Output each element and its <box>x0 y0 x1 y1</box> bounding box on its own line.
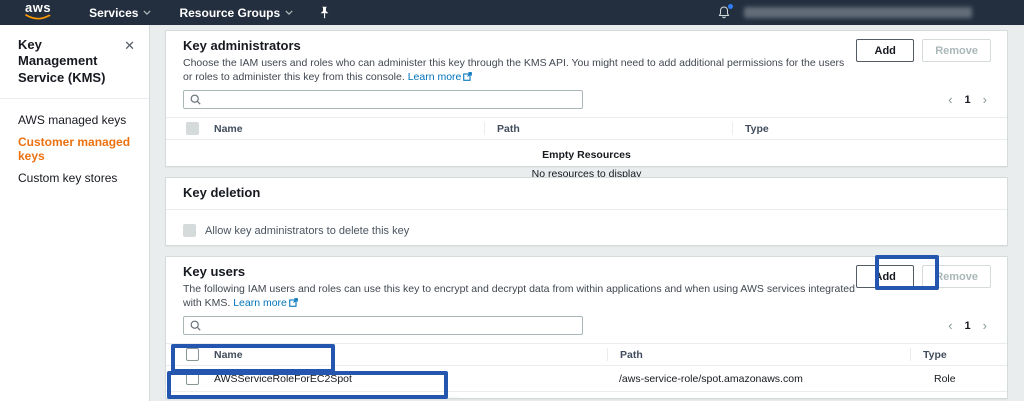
prev-page-button[interactable]: ‹ <box>948 93 952 106</box>
page-number[interactable]: 1 <box>965 94 971 106</box>
users-table-header: Name Path Type <box>166 343 1007 366</box>
nav-right-group <box>718 0 972 25</box>
admins-add-button[interactable]: Add <box>856 39 914 62</box>
key-users-title: Key users <box>183 264 856 279</box>
allow-deletion-checkbox[interactable] <box>183 224 196 237</box>
column-header-name[interactable]: Name <box>214 123 496 135</box>
key-users-panel: Key users The following IAM users and ro… <box>165 256 1008 399</box>
admins-empty-state: Empty Resources No resources to display <box>166 149 1007 180</box>
table-row[interactable]: AWSServiceRoleForEC2Spot /aws-service-ro… <box>166 366 1007 392</box>
column-header-type[interactable]: Type <box>732 122 1007 135</box>
sidebar-divider <box>0 98 149 99</box>
admins-table-header: Name Path Type <box>166 117 1007 140</box>
users-remove-button[interactable]: Remove <box>922 265 991 288</box>
key-administrators-panel: Key administrators Choose the IAM users … <box>165 30 1008 167</box>
nav-services-label: Services <box>89 6 138 20</box>
aws-logo[interactable]: aws <box>25 4 51 21</box>
key-deletion-title: Key deletion <box>183 185 260 200</box>
empty-state-title: Empty Resources <box>166 149 1007 161</box>
row-checkbox[interactable] <box>186 372 199 385</box>
row-type: Role <box>934 373 1007 385</box>
search-icon <box>190 320 201 331</box>
search-icon <box>190 94 201 105</box>
external-link-icon <box>289 298 298 307</box>
column-header-type[interactable]: Type <box>910 348 1007 361</box>
key-deletion-panel: Key deletion Allow key administrators to… <box>165 177 1008 246</box>
admins-pagination: ‹ 1 › <box>948 93 987 106</box>
nav-services-menu[interactable]: Services <box>89 6 151 20</box>
nav-resource-groups-menu[interactable]: Resource Groups <box>179 6 293 20</box>
pin-shortcuts-button[interactable] <box>319 6 330 19</box>
page-number[interactable]: 1 <box>965 320 971 332</box>
sidebar-item-customer-managed-keys[interactable]: Customer managed keys <box>0 131 149 167</box>
learn-more-label: Learn more <box>408 71 462 83</box>
chevron-down-icon <box>143 10 151 15</box>
allow-deletion-label: Allow key administrators to delete this … <box>205 225 409 237</box>
nav-resource-groups-label: Resource Groups <box>179 6 280 20</box>
key-administrators-title: Key administrators <box>183 38 856 53</box>
chevron-down-icon <box>285 10 293 15</box>
column-header-name[interactable]: Name <box>214 349 619 361</box>
column-header-path[interactable]: Path <box>607 348 922 361</box>
sidebar-title: Key Management Service (KMS) <box>18 37 118 86</box>
admins-search-box[interactable] <box>183 90 583 109</box>
users-add-button[interactable]: Add <box>856 265 914 288</box>
key-users-description: The following IAM users and roles can us… <box>183 283 856 310</box>
table-row[interactable]: spotinst-iam-stack-lir-SpotinstRole- / R… <box>166 392 1007 399</box>
prev-page-button[interactable]: ‹ <box>948 319 952 332</box>
top-navigation-bar: aws Services Resource Groups <box>0 0 1024 25</box>
admins-remove-button[interactable]: Remove <box>922 39 991 62</box>
users-search-box[interactable] <box>183 316 583 335</box>
row-checkbox[interactable] <box>186 398 199 399</box>
account-info-redacted[interactable] <box>744 7 972 18</box>
row-name: AWSServiceRoleForEC2Spot <box>214 373 619 385</box>
sidebar-item-custom-key-stores[interactable]: Custom key stores <box>0 167 149 189</box>
pin-icon <box>319 6 330 19</box>
learn-more-label: Learn more <box>233 297 287 309</box>
external-link-icon <box>463 72 472 81</box>
description-text: Choose the IAM users and roles who can a… <box>183 57 844 83</box>
row-path: /aws-service-role/spot.amazonaws.com <box>619 373 934 385</box>
users-pagination: ‹ 1 › <box>948 319 987 332</box>
users-search-input[interactable] <box>206 318 582 333</box>
key-administrators-description: Choose the IAM users and roles who can a… <box>183 57 856 84</box>
select-all-checkbox[interactable] <box>186 122 199 135</box>
sidebar-close-button[interactable]: ✕ <box>124 39 135 86</box>
kms-sidebar: Key Management Service (KMS) ✕ AWS manag… <box>0 25 150 401</box>
next-page-button[interactable]: › <box>983 93 987 106</box>
aws-logo-text: aws <box>25 1 51 14</box>
sidebar-item-aws-managed-keys[interactable]: AWS managed keys <box>0 109 149 131</box>
aws-smile-icon <box>25 14 51 21</box>
next-page-button[interactable]: › <box>983 319 987 332</box>
column-header-path[interactable]: Path <box>484 122 744 135</box>
admins-search-input[interactable] <box>206 92 582 107</box>
notification-badge-dot <box>728 4 733 9</box>
learn-more-link[interactable]: Learn more <box>408 71 473 83</box>
notifications-button[interactable] <box>718 6 730 19</box>
learn-more-link[interactable]: Learn more <box>233 297 298 309</box>
select-all-checkbox[interactable] <box>186 348 199 361</box>
